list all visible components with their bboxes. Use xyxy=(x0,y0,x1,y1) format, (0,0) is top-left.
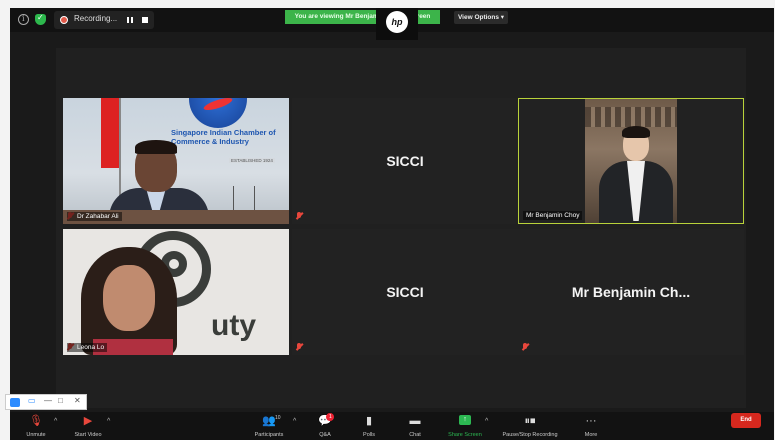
end-meeting-button[interactable]: End xyxy=(731,413,761,428)
unmute-button[interactable]: 🎙 Unmute xyxy=(18,412,54,440)
start-video-label: Start Video xyxy=(74,432,102,438)
muted-mic-icon: 🎙 xyxy=(29,415,43,427)
participant-display-name: SICCI xyxy=(386,153,424,169)
qa-label: Q&A xyxy=(319,432,331,438)
recording-dot-icon xyxy=(60,16,68,24)
hp-logo: hp xyxy=(386,11,408,33)
share-options-chevron-icon[interactable]: ^ xyxy=(485,418,488,425)
video-mini-icon[interactable]: ▭ xyxy=(28,396,36,405)
security-shield-icon[interactable] xyxy=(35,13,46,25)
restore-icon[interactable]: □ xyxy=(58,396,63,405)
background-logo-text: uty xyxy=(211,309,256,342)
pause-recording-icon[interactable] xyxy=(127,17,133,23)
video-tile-zahabar[interactable]: Singapore Indian Chamber of Commerce & I… xyxy=(63,98,289,224)
share-screen-label: Share Screen xyxy=(448,432,482,438)
close-icon[interactable]: ✕ xyxy=(74,396,81,405)
polls-icon: ▮ xyxy=(365,415,373,427)
participant-name: Mr Benjamin Choy xyxy=(523,211,583,220)
participant-hair xyxy=(135,140,177,154)
video-feed: uty xyxy=(63,229,289,355)
chat-button[interactable]: ▬ Chat xyxy=(398,412,432,440)
video-options-chevron-icon[interactable]: ^ xyxy=(107,418,110,425)
participants-icon: 👥 xyxy=(262,415,276,427)
participants-count: 10 xyxy=(275,415,281,421)
name-tile-benjamin[interactable]: Mr Benjamin Ch... xyxy=(518,229,744,355)
muted-mic-icon xyxy=(296,343,302,351)
audio-options-chevron-icon[interactable]: ^ xyxy=(54,418,57,425)
qa-badge: 1 xyxy=(326,413,335,421)
recording-indicator: Recording... xyxy=(54,11,154,29)
participant-face xyxy=(103,265,155,331)
zoom-logo-icon xyxy=(10,398,20,407)
qa-button[interactable]: 💬 1 Q&A xyxy=(308,412,342,440)
recording-label: Recording... xyxy=(74,14,118,23)
pause-stop-label: Pause/Stop Recording xyxy=(502,432,558,438)
pause-stop-icon: ⏸⏹ xyxy=(524,415,536,427)
more-button[interactable]: ··· More xyxy=(576,412,606,440)
muted-mic-icon xyxy=(296,212,302,220)
hp-logo-box: hp xyxy=(376,8,418,40)
video-off-icon: ▶ xyxy=(83,415,93,427)
view-options-button[interactable]: View Options ▾ xyxy=(454,11,508,24)
participants-label: Participants xyxy=(254,432,284,438)
meeting-toolbar: 🎙 Unmute ^ ▶ Start Video ^ 👥 10 Particip… xyxy=(10,412,774,440)
more-dots-icon: ··· xyxy=(585,415,597,427)
video-feed xyxy=(585,99,677,223)
gallery-stage: Singapore Indian Chamber of Commerce & I… xyxy=(56,48,746,408)
participant-display-name: Mr Benjamin Ch... xyxy=(571,284,691,300)
pause-stop-recording-button[interactable]: ⏸⏹ Pause/Stop Recording xyxy=(496,412,564,440)
meeting-info-icon[interactable] xyxy=(18,14,29,25)
stop-recording-icon[interactable] xyxy=(142,17,148,23)
more-label: More xyxy=(584,432,598,438)
name-tile-sicci-1[interactable]: SICCI xyxy=(292,98,518,224)
polls-label: Polls xyxy=(363,432,375,438)
name-tile-sicci-2[interactable]: SICCI xyxy=(292,229,518,355)
participant-name: Leona Lo xyxy=(67,343,108,352)
chamber-sign-sub: ESTABLISHED 1924 xyxy=(229,158,275,163)
participant-name: Dr Zahabar Ali xyxy=(67,212,122,221)
polls-button[interactable]: ▮ Polls xyxy=(352,412,386,440)
participants-chevron-icon[interactable]: ^ xyxy=(293,418,296,425)
minimize-icon[interactable]: — xyxy=(44,396,52,405)
participant-hair xyxy=(622,126,650,138)
top-bar: Recording... You are viewing Mr Benjamin… xyxy=(10,8,774,40)
chat-icon: ▬ xyxy=(409,415,421,427)
singapore-flag xyxy=(101,98,119,168)
start-video-button[interactable]: ▶ Start Video xyxy=(64,412,112,440)
video-tile-benjamin[interactable]: Mr Benjamin Choy xyxy=(518,98,744,224)
video-tile-leona[interactable]: uty Leona Lo xyxy=(63,229,289,355)
muted-mic-icon xyxy=(522,343,528,351)
floating-mini-controls: ▭ — □ ✕ xyxy=(5,394,87,410)
participant-display-name: SICCI xyxy=(386,284,424,300)
share-screen-button[interactable]: ↑ Share Screen xyxy=(442,412,488,440)
chamber-sign-text: Singapore Indian Chamber of Commerce & I… xyxy=(171,128,276,146)
ceiling-lights xyxy=(585,107,677,127)
chat-label: Chat xyxy=(409,432,421,438)
video-feed: Singapore Indian Chamber of Commerce & I… xyxy=(63,98,289,224)
zoom-window: Recording... You are viewing Mr Benjamin… xyxy=(10,8,774,440)
participants-button[interactable]: 👥 10 Participants xyxy=(244,412,294,440)
unmute-label: Unmute xyxy=(26,432,46,438)
ship-model xyxy=(233,186,255,212)
share-screen-icon: ↑ xyxy=(459,415,471,425)
